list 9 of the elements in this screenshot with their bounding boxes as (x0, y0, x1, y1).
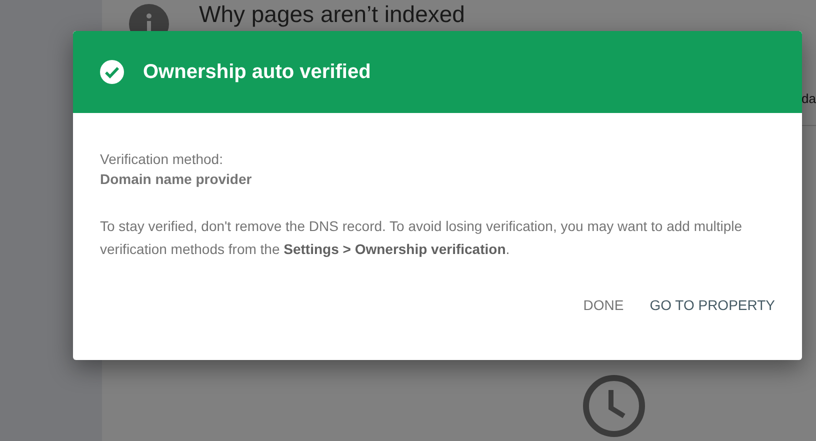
done-button[interactable]: DONE (573, 289, 634, 321)
column-header: da (802, 91, 816, 108)
go-to-property-button[interactable]: GO TO PROPERTY (640, 289, 785, 321)
verification-message: To stay verified, don't remove the DNS record. To avoid losing verification, you may want to add multiple verification methods from the Settings > Ownership verification. (100, 217, 744, 259)
method-value: Domain name provider (100, 170, 253, 189)
clock-icon (582, 374, 646, 438)
dialog-title: Ownership auto verified (143, 60, 371, 84)
section-heading: Why pages aren’t indexed (199, 1, 465, 27)
method-label: Verification method: (100, 150, 224, 169)
